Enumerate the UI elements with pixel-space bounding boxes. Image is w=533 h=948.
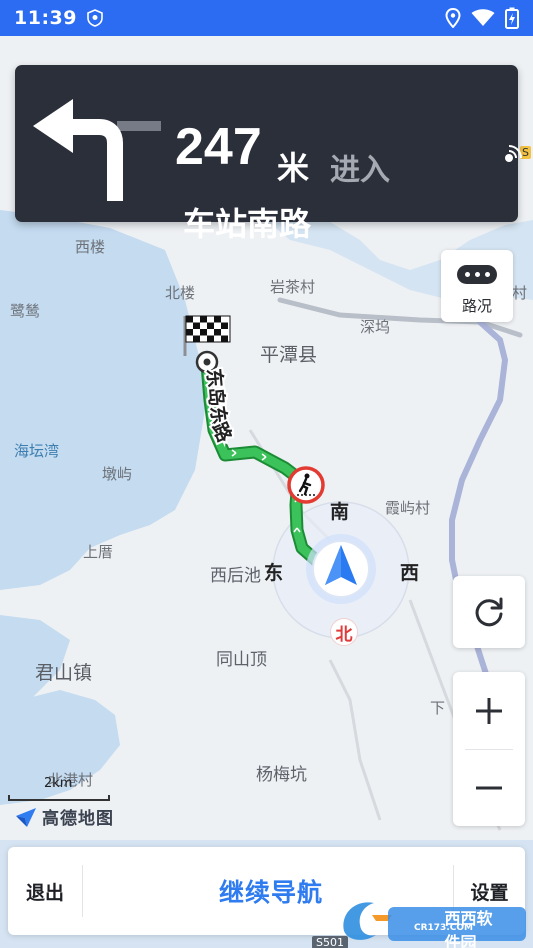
traffic-label: 路况	[461, 297, 492, 315]
zoom-control	[453, 672, 525, 826]
amap-logo-icon	[16, 807, 36, 827]
compass-east-label: 东	[264, 562, 284, 584]
place-label: 平潭县	[260, 344, 318, 366]
place-label: 下	[430, 699, 446, 717]
place-label: 霞屿村	[385, 499, 431, 517]
compass-north-label: 北	[330, 618, 358, 646]
checkered-flag-icon	[183, 315, 231, 356]
place-label: 海坛湾	[14, 442, 60, 460]
location-icon	[445, 8, 461, 28]
pedestrian-crossing-icon	[287, 466, 325, 504]
distance-value: 247	[175, 118, 262, 176]
divider	[82, 865, 83, 917]
compass-south-label: 南	[330, 501, 350, 523]
voice-broadcast-icon[interactable]	[503, 142, 525, 164]
map-scale-label: 2km	[44, 776, 73, 791]
minus-icon	[476, 786, 502, 789]
zoom-in-button[interactable]	[453, 672, 525, 749]
traffic-toggle-button[interactable]: 路况	[441, 250, 513, 322]
place-label: 西后池	[210, 566, 261, 586]
compass-west-label: 西	[400, 562, 420, 584]
traffic-icon	[457, 265, 497, 284]
wifi-icon	[471, 9, 495, 26]
turn-left-arrow-icon	[33, 99, 161, 201]
map-scale-bar	[8, 795, 110, 801]
status-bar: 11:39	[0, 0, 533, 36]
place-label: 杨梅坑	[256, 765, 307, 785]
amap-logo: 高德地图	[14, 804, 114, 829]
place-label: 同山顶	[216, 650, 267, 670]
amap-logo-text: 高德地图	[42, 809, 114, 829]
battery-charging-icon	[505, 7, 519, 29]
status-time: 11:39	[14, 7, 77, 29]
place-label: 鹭鸶	[10, 302, 41, 320]
refresh-icon	[475, 597, 503, 627]
distance-unit: 米	[277, 149, 310, 187]
place-label: 深坞	[360, 318, 391, 336]
next-road-name: 车站南路	[183, 205, 312, 243]
place-label: 岩茶村	[270, 278, 316, 296]
exit-navigation-button[interactable]: 退出	[8, 847, 82, 935]
plus-icon	[476, 697, 502, 724]
watermark-site: CR173.COM	[414, 923, 473, 933]
shield-icon	[87, 9, 103, 27]
road-badge-s501: S501	[312, 936, 348, 948]
place-label: 北楼	[165, 284, 196, 302]
place-label: 墩屿	[102, 465, 133, 483]
navigation-guidance-panel: 247 米 进入 车站南路	[15, 65, 522, 243]
place-label: 村	[512, 284, 528, 302]
place-label: 上厝	[83, 543, 114, 561]
place-label: 西楼	[75, 238, 106, 256]
route-origin-dot	[203, 358, 211, 366]
place-label: 君山镇	[35, 662, 93, 684]
current-location-arrow-icon	[306, 534, 376, 604]
maneuver-action: 进入	[330, 153, 390, 188]
refresh-route-button[interactable]	[453, 576, 525, 648]
zoom-out-button[interactable]	[453, 749, 525, 826]
